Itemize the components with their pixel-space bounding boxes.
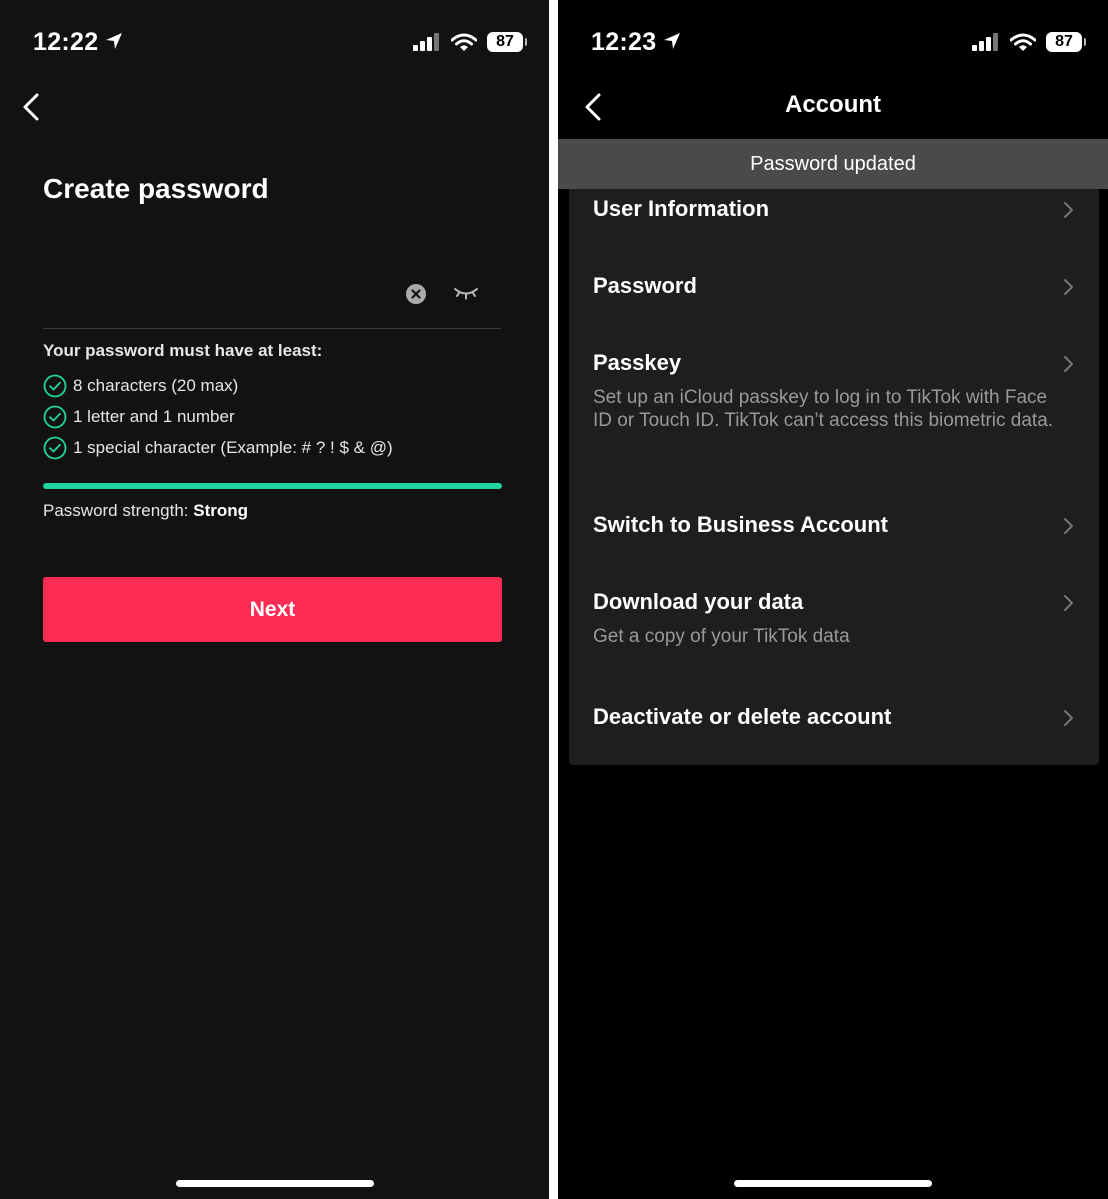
chevron-right-icon (1064, 518, 1073, 534)
cellular-signal-icon (413, 33, 439, 51)
menu-item-user-information[interactable]: User Information (593, 196, 1079, 222)
requirement-length: 8 characters (20 max) (43, 374, 238, 398)
chevron-right-icon (1064, 595, 1073, 611)
toast-notification: Password updated (558, 139, 1108, 189)
location-arrow-icon (106, 33, 122, 49)
status-time: 12:22 (33, 28, 99, 56)
requirement-label: 8 characters (20 max) (73, 376, 239, 395)
password-input[interactable] (43, 260, 501, 329)
requirement-label: 1 letter and 1 number (73, 407, 235, 426)
menu-item-label: User Information (593, 196, 770, 221)
back-chevron-icon[interactable] (20, 92, 42, 122)
cellular-signal-icon (972, 33, 998, 51)
strength-label: Password strength: (43, 501, 194, 520)
next-button[interactable]: Next (43, 577, 502, 642)
chevron-right-icon (1064, 202, 1073, 218)
menu-item-description: Set up an iCloud passkey to log in to Ti… (593, 387, 1054, 431)
hide-password-eye-icon[interactable] (453, 286, 479, 300)
create-password-screen: 12:22 87 Create password Your password m… (0, 0, 549, 1199)
password-strength-bar (43, 483, 502, 489)
account-settings-list: User Information Password Passkey Set up… (569, 160, 1099, 765)
page-title: Create password (43, 173, 269, 204)
password-strength-fill (43, 483, 502, 489)
chevron-right-icon (1064, 279, 1073, 295)
menu-item-switch-business[interactable]: Switch to Business Account (593, 512, 1079, 538)
password-strength-text: Password strength: Strong (43, 501, 248, 521)
status-bar: 12:23 87 (558, 0, 1108, 88)
battery-indicator: 87 (1046, 32, 1086, 52)
check-circle-icon (43, 374, 67, 398)
menu-item-label: Deactivate or delete account (593, 704, 892, 729)
battery-indicator: 87 (487, 32, 527, 52)
page-title: Account (785, 91, 881, 118)
status-time: 12:23 (591, 28, 657, 56)
check-circle-icon (43, 405, 67, 429)
menu-item-label: Password (593, 273, 697, 298)
menu-item-description: Get a copy of your TikTok data (593, 626, 850, 647)
account-screen: 12:23 87 Account Password updated User I… (558, 0, 1108, 1199)
chevron-right-icon (1064, 710, 1073, 726)
menu-item-label: Download your data (593, 589, 804, 614)
menu-item-label: Passkey (593, 350, 682, 375)
requirement-label: 1 special character (Example: # ? ! $ & … (73, 438, 393, 457)
check-circle-icon (43, 436, 67, 460)
wifi-icon (1010, 33, 1036, 51)
status-bar: 12:22 87 (0, 0, 549, 88)
requirement-special-char: 1 special character (Example: # ? ! $ & … (43, 436, 393, 460)
requirement-letter-number: 1 letter and 1 number (43, 405, 235, 429)
requirements-heading: Your password must have at least: (43, 341, 323, 360)
menu-item-download-data[interactable]: Download your data Get a copy of your Ti… (593, 589, 1079, 648)
strength-value: Strong (193, 501, 249, 520)
wifi-icon (451, 33, 477, 51)
chevron-right-icon (1064, 356, 1073, 372)
location-arrow-icon (664, 33, 680, 49)
menu-item-label: Switch to Business Account (593, 512, 889, 537)
clear-input-icon[interactable] (405, 283, 427, 305)
home-indicator[interactable] (734, 1180, 932, 1187)
menu-item-passkey[interactable]: Passkey Set up an iCloud passkey to log … (593, 350, 1079, 432)
menu-item-deactivate-delete[interactable]: Deactivate or delete account (593, 704, 1079, 730)
menu-item-password[interactable]: Password (593, 273, 1079, 299)
home-indicator[interactable] (175, 1180, 374, 1187)
